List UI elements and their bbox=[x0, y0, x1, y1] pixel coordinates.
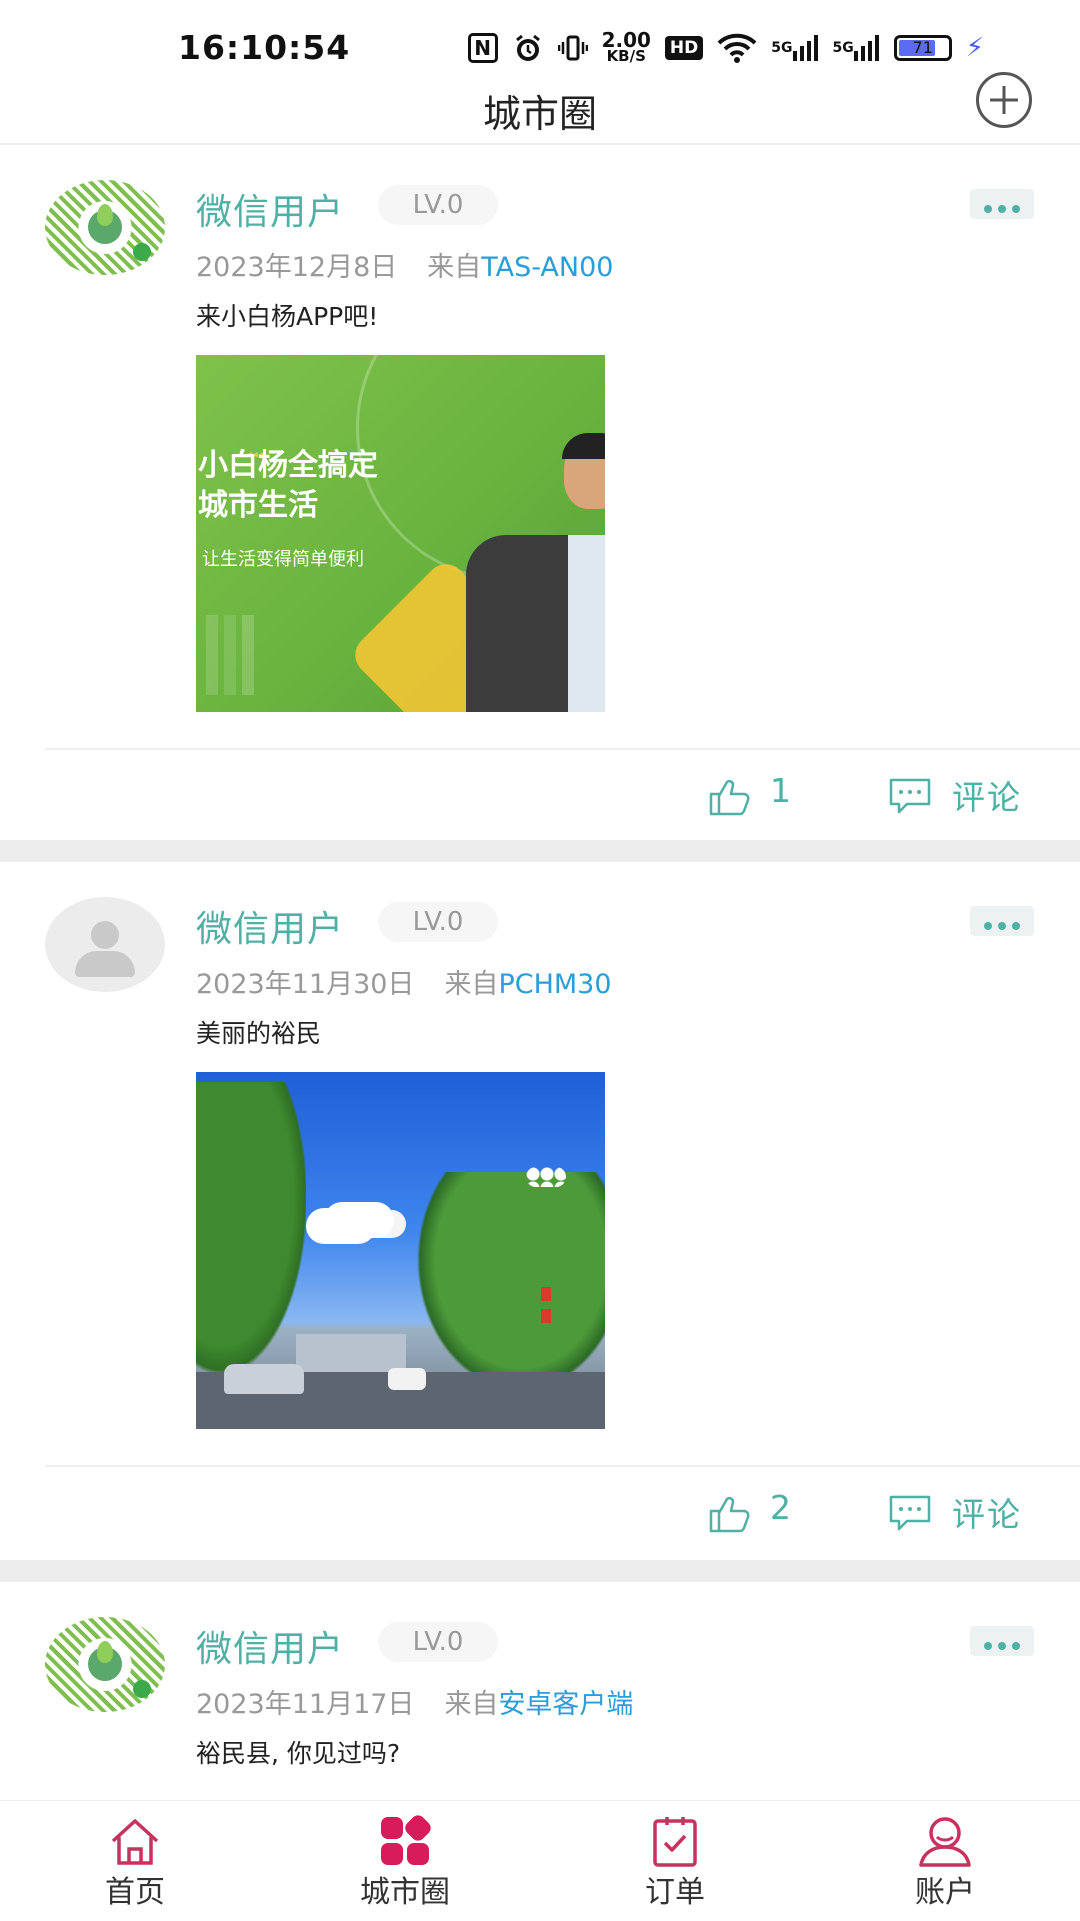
post-meta: 2023年11月30日 来自PCHM30 bbox=[196, 962, 612, 1001]
device-name: TAS-AN00 bbox=[481, 252, 614, 283]
tab-label: 账户 bbox=[915, 1875, 975, 1910]
post-actions: 2 评论 bbox=[0, 1484, 1080, 1544]
thumbs-up-icon[interactable] bbox=[708, 1494, 750, 1534]
status-time: 16:10:54 bbox=[178, 28, 351, 67]
post-feed[interactable]: 微信用户 LV.0 2023年12月8日 来自TAS-AN00 来小白杨APP吧!… bbox=[0, 145, 1080, 1822]
post-card: 微信用户 LV.0 2023年11月30日 来自PCHM30 美丽的裕民 2 评… bbox=[0, 862, 1080, 1560]
home-icon bbox=[111, 1819, 159, 1865]
post-date: 2023年12月8日 bbox=[196, 252, 398, 283]
network-speed-unit: KB/S bbox=[606, 47, 646, 65]
account-icon bbox=[919, 1817, 971, 1867]
tab-city-circle[interactable]: 城市圈 bbox=[305, 1801, 505, 1921]
tab-label: 订单 bbox=[645, 1875, 705, 1910]
app-header: 城市圈 bbox=[0, 84, 1080, 144]
image-caption-line1: 小白杨全搞定 bbox=[198, 448, 378, 483]
post-meta: 2023年12月8日 来自TAS-AN00 bbox=[196, 245, 613, 284]
more-dots-icon bbox=[970, 198, 1034, 217]
bottom-tab-bar: 首页 城市圈 订单 账户 bbox=[0, 1800, 1080, 1921]
network-speed: 2.00 KB/S bbox=[602, 30, 651, 65]
post-separator bbox=[0, 840, 1080, 862]
like-count[interactable]: 2 bbox=[770, 1488, 791, 1527]
default-user-icon bbox=[91, 921, 119, 949]
tab-orders[interactable]: 订单 bbox=[575, 1801, 775, 1921]
tab-label: 首页 bbox=[105, 1875, 165, 1910]
post-username[interactable]: 微信用户 bbox=[196, 183, 344, 235]
signal-5g-icon: 5G bbox=[771, 35, 818, 61]
post-card: 微信用户 LV.0 2023年11月17日 来自安卓客户端 裕民县, 你见过吗? bbox=[0, 1582, 1080, 1822]
device-name: PCHM30 bbox=[498, 969, 612, 1000]
battery-level: 71 bbox=[912, 38, 933, 57]
avatar[interactable] bbox=[45, 1617, 165, 1712]
avatar[interactable] bbox=[45, 897, 165, 992]
tab-account[interactable]: 账户 bbox=[845, 1801, 1045, 1921]
alarm-icon bbox=[515, 34, 540, 61]
from-label: 来自 bbox=[444, 969, 499, 1000]
charging-icon: ⚡ bbox=[965, 33, 984, 63]
post-content: 裕民县, 你见过吗? bbox=[196, 1739, 401, 1768]
comment-button[interactable]: 评论 bbox=[952, 1488, 1022, 1536]
more-button[interactable] bbox=[970, 906, 1034, 936]
nfc-icon: N bbox=[467, 33, 498, 63]
level-badge: LV.0 bbox=[378, 902, 498, 942]
post-image[interactable] bbox=[196, 1072, 605, 1429]
signal-5g-icon: 5G bbox=[833, 35, 880, 61]
post-divider bbox=[45, 1465, 1080, 1467]
page-title: 城市圈 bbox=[482, 92, 597, 136]
more-button[interactable] bbox=[970, 1626, 1034, 1656]
avatar[interactable] bbox=[45, 180, 165, 275]
post-card: 微信用户 LV.0 2023年12月8日 来自TAS-AN00 来小白杨APP吧!… bbox=[0, 145, 1080, 840]
post-separator bbox=[0, 1560, 1080, 1582]
comment-icon[interactable] bbox=[888, 777, 932, 815]
from-label: 来自 bbox=[444, 1689, 499, 1720]
post-username[interactable]: 微信用户 bbox=[196, 1620, 344, 1672]
status-bar: 16:10:54 N 2.00 KB/S HD 5G 5G 71 ⚡ bbox=[0, 0, 1080, 84]
thumbs-up-icon[interactable] bbox=[708, 777, 750, 817]
tab-home[interactable]: 首页 bbox=[35, 1801, 235, 1921]
vibrate-icon bbox=[557, 35, 588, 61]
signal-5g-label: 5G bbox=[832, 40, 854, 56]
battery-icon: 71 bbox=[893, 35, 952, 61]
add-post-button[interactable] bbox=[976, 72, 1032, 128]
hd-icon: HD bbox=[664, 36, 704, 60]
comment-icon[interactable] bbox=[888, 1494, 932, 1532]
post-date: 2023年11月30日 bbox=[196, 969, 415, 1000]
signal-5g-label: 5G bbox=[771, 40, 793, 56]
device-name: 安卓客户端 bbox=[498, 1689, 634, 1720]
city-circle-icon bbox=[381, 1815, 431, 1865]
more-dots-icon bbox=[970, 1635, 1034, 1654]
wifi-icon bbox=[717, 33, 757, 63]
more-button[interactable] bbox=[970, 189, 1034, 219]
image-caption-line2: 城市生活 bbox=[198, 488, 318, 523]
post-divider bbox=[45, 748, 1080, 750]
post-image[interactable]: ◂◂◂ 小白杨全搞定 城市生活 让生活变得简单便利 bbox=[196, 355, 605, 712]
post-date: 2023年11月17日 bbox=[196, 1689, 415, 1720]
tab-label: 城市圈 bbox=[360, 1875, 450, 1910]
level-badge: LV.0 bbox=[378, 1622, 498, 1662]
post-meta: 2023年11月17日 来自安卓客户端 bbox=[196, 1682, 633, 1721]
post-content: 美丽的裕民 bbox=[196, 1019, 322, 1048]
post-actions: 1 评论 bbox=[0, 767, 1080, 827]
comment-button[interactable]: 评论 bbox=[952, 771, 1022, 819]
level-badge: LV.0 bbox=[378, 185, 498, 225]
post-username[interactable]: 微信用户 bbox=[196, 900, 344, 952]
status-icons: N 2.00 KB/S HD 5G 5G 71 ⚡ bbox=[467, 28, 984, 68]
order-icon bbox=[653, 1817, 697, 1867]
from-label: 来自 bbox=[427, 252, 482, 283]
like-count[interactable]: 1 bbox=[770, 771, 791, 810]
post-content: 来小白杨APP吧! bbox=[196, 302, 379, 331]
more-dots-icon bbox=[970, 915, 1034, 934]
image-caption-line3: 让生活变得简单便利 bbox=[202, 549, 364, 570]
